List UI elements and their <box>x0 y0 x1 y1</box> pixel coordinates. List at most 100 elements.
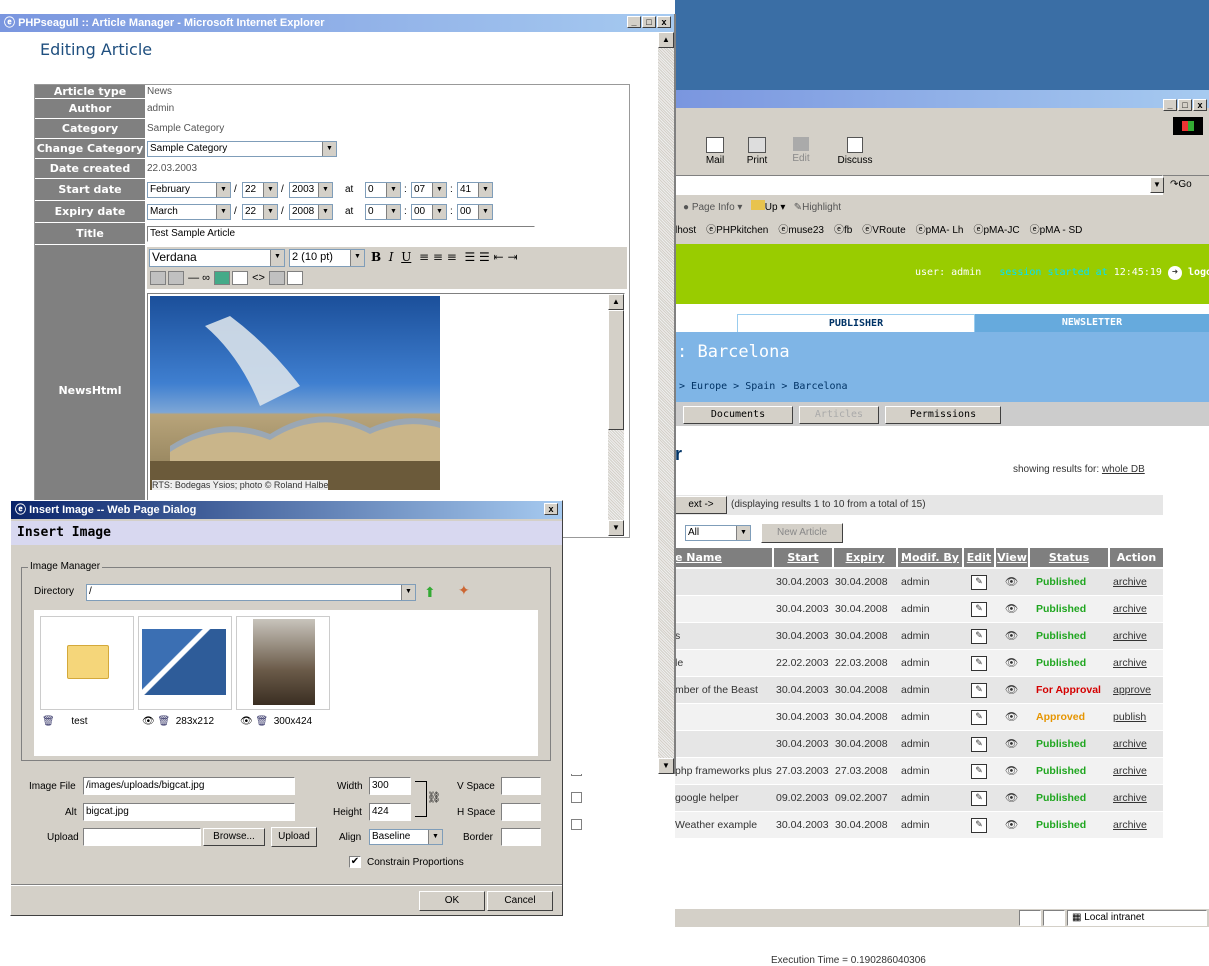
image-icon[interactable] <box>214 271 231 285</box>
thumb-folder[interactable] <box>40 616 134 710</box>
editor-scrollbar[interactable]: ▲ ▼ <box>658 32 674 774</box>
horizontal-rule-icon[interactable]: — <box>188 272 199 284</box>
subtab-permissions[interactable]: Permissions <box>885 406 1001 424</box>
row-name[interactable]: mber of the Beast <box>675 677 758 703</box>
upload-button[interactable]: Upload <box>271 827 317 847</box>
row-action-link[interactable]: archive <box>1113 812 1147 838</box>
edit-icon[interactable]: ✎ <box>971 764 987 779</box>
favorite-link[interactable]: ⓔmuse23 <box>778 221 824 241</box>
favorite-link[interactable]: ⓔpMA- Lh <box>916 221 964 241</box>
about-icon[interactable] <box>287 271 304 285</box>
view-icon[interactable]: 👁 <box>1005 704 1018 730</box>
thumb-photo-2[interactable] <box>236 616 330 710</box>
row-action-link[interactable]: approve <box>1113 677 1151 703</box>
editor-close-button[interactable]: x <box>657 16 671 28</box>
address-dropdown[interactable]: ▼ <box>1150 177 1164 193</box>
indent-icon[interactable]: ⇥ <box>508 250 518 264</box>
mail-button[interactable]: Mail <box>697 137 733 166</box>
row-checkbox[interactable] <box>571 819 582 830</box>
dialog-close-button[interactable]: x <box>544 503 558 515</box>
folder-up-icon[interactable]: ⬆ <box>424 584 436 601</box>
align-center-icon[interactable]: ≡ <box>433 250 443 264</box>
next-button[interactable]: ext -> <box>675 496 727 514</box>
row-action-link[interactable]: archive <box>1113 596 1147 622</box>
start-year-select[interactable]: 2003 ▼ <box>289 182 333 198</box>
view-icon[interactable]: 👁 <box>1005 812 1018 838</box>
browse-button[interactable]: Browse... <box>203 828 265 846</box>
col-start[interactable]: Start <box>774 548 832 567</box>
start-minute-select[interactable]: 07 ▼ <box>411 182 447 198</box>
tab-newsletter[interactable]: NEWSLETTER <box>975 314 1209 332</box>
edit-icon[interactable]: ✎ <box>971 737 987 752</box>
delete-icon[interactable]: 🗑 <box>157 716 170 727</box>
subtab-documents[interactable]: Documents <box>683 406 793 424</box>
edit-icon[interactable]: ✎ <box>971 575 987 590</box>
title-input[interactable]: Test Sample Article <box>147 226 535 242</box>
view-icon[interactable]: 👁 <box>1005 596 1018 622</box>
col-status[interactable]: Status <box>1030 548 1108 567</box>
start-hour-select[interactable]: 0 ▼ <box>365 182 401 198</box>
text-color-icon[interactable] <box>150 271 166 285</box>
fullscreen-icon[interactable] <box>269 271 286 285</box>
view-icon[interactable]: 👁 <box>142 716 155 727</box>
logout-icon[interactable]: ➜ <box>1167 266 1182 280</box>
vspace-input[interactable] <box>501 777 541 795</box>
back-max-button[interactable]: □ <box>1178 99 1192 111</box>
delete-icon[interactable]: 🗑 <box>255 716 268 727</box>
font-select[interactable]: Verdana ▼ <box>149 249 285 267</box>
thumb-photo-1[interactable] <box>138 616 232 710</box>
favorite-link[interactable]: ⓔpMA - SD <box>1030 221 1083 241</box>
edit-icon[interactable]: ✎ <box>971 629 987 644</box>
col-name[interactable]: e Name <box>675 548 772 567</box>
start-second-select[interactable]: 41 ▼ <box>457 182 493 198</box>
change-category-select[interactable]: Sample Category ▼ <box>147 141 337 157</box>
expiry-day-select[interactable]: 22 ▼ <box>242 204 278 220</box>
align-left-icon[interactable]: ≡ <box>419 250 429 264</box>
col-modif-by[interactable]: Modif. By <box>898 548 962 567</box>
whole-db-link[interactable]: whole DB <box>1102 464 1145 475</box>
back-close-button[interactable]: x <box>1193 99 1207 111</box>
col-expiry[interactable]: Expiry <box>834 548 896 567</box>
width-input[interactable]: 300 <box>369 777 411 795</box>
size-select[interactable]: 2 (10 pt) ▼ <box>289 249 365 267</box>
start-day-select[interactable]: 22 ▼ <box>242 182 278 198</box>
underline-icon[interactable]: U <box>401 250 411 264</box>
row-name[interactable]: le <box>675 650 683 676</box>
image-file-input[interactable]: /images/uploads/bigcat.jpg <box>83 777 295 795</box>
wysiwyg-scrollbar[interactable]: ▲ ▼ <box>608 294 624 536</box>
outdent-icon[interactable]: ⇤ <box>494 250 504 264</box>
favorite-link[interactable]: ⓔpMA-JC <box>973 221 1019 241</box>
view-icon[interactable]: 👁 <box>240 716 253 727</box>
logout-link[interactable]: logout <box>1188 267 1209 278</box>
source-code-icon[interactable]: <> <box>252 272 265 284</box>
edit-icon[interactable]: ✎ <box>971 710 987 725</box>
view-icon[interactable]: 👁 <box>1005 758 1018 784</box>
row-action-link[interactable]: archive <box>1113 731 1147 757</box>
row-name[interactable]: google helper <box>675 785 739 811</box>
table-icon[interactable] <box>232 271 249 285</box>
cancel-button[interactable]: Cancel <box>487 891 553 911</box>
upload-file-input[interactable] <box>83 828 201 846</box>
view-icon[interactable]: 👁 <box>1005 677 1018 703</box>
col-edit[interactable]: Edit <box>964 548 994 567</box>
edit-icon[interactable]: ✎ <box>971 818 987 833</box>
unordered-list-icon[interactable]: ☰ <box>479 250 490 264</box>
expiry-second-select[interactable]: 00 ▼ <box>457 204 493 220</box>
edit-icon[interactable]: ✎ <box>971 683 987 698</box>
row-action-link[interactable]: archive <box>1113 785 1147 811</box>
start-month-select[interactable]: February ▼ <box>147 182 231 198</box>
row-action-link[interactable]: archive <box>1113 569 1147 595</box>
view-icon[interactable]: 👁 <box>1005 623 1018 649</box>
italic-icon[interactable]: I <box>389 250 394 264</box>
page-info-button[interactable]: ● Page Info ▾ <box>683 202 742 213</box>
up-button[interactable]: Up ▾ <box>750 200 785 213</box>
border-input[interactable] <box>501 828 541 846</box>
row-action-link[interactable]: archive <box>1113 758 1147 784</box>
favorite-link[interactable]: ⓔVRoute <box>862 221 905 241</box>
link-icon[interactable]: ∞ <box>202 272 210 284</box>
row-action-link[interactable]: archive <box>1113 623 1147 649</box>
highlight-button[interactable]: ✎Highlight <box>794 202 841 213</box>
expiry-month-select[interactable]: March ▼ <box>147 204 231 220</box>
align-right-icon[interactable]: ≡ <box>447 250 457 264</box>
row-action-link[interactable]: publish <box>1113 704 1146 730</box>
